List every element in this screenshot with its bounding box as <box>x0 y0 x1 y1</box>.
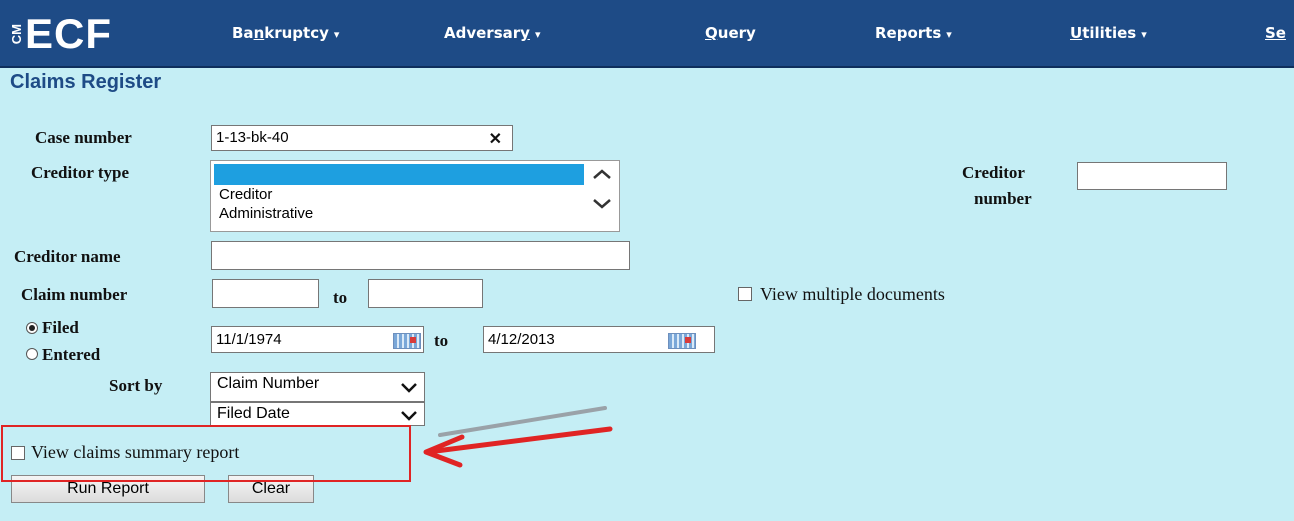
chevron-down-icon <box>401 383 417 393</box>
creditor-number-input[interactable] <box>1077 162 1227 190</box>
creditor-number-label-line2: number <box>974 189 1032 208</box>
menu-reports-label: Reports <box>875 24 942 42</box>
menu-adversary-label-a: Adversar <box>444 24 521 42</box>
case-number-value: 1-13-bk-40 <box>216 129 289 146</box>
sort-secondary-select[interactable]: Filed Date <box>210 402 425 426</box>
claim-to-label: to <box>333 288 348 307</box>
sort-by-label: Sort by <box>109 376 163 395</box>
sort-primary-select[interactable]: Claim Number <box>210 372 425 402</box>
menu-bankruptcy-label-b: kruptcy <box>264 24 329 42</box>
menu-utilities-label: tilities <box>1082 24 1137 42</box>
logo-small-text: CM <box>9 23 24 45</box>
annotation-arrow-icon <box>423 406 613 468</box>
menu-utilities[interactable]: Utilities ▾ <box>1070 24 1147 44</box>
menu-search-label: Se <box>1265 24 1286 42</box>
cmecf-logo[interactable]: CM ECF <box>9 10 112 57</box>
menu-search-truncated[interactable]: Se <box>1265 24 1286 42</box>
dropdown-caret-icon: ▾ <box>946 28 952 41</box>
date-from-value: 11/1/1974 <box>216 331 282 348</box>
date-to-label: to <box>434 331 449 350</box>
date-from-input[interactable]: 11/1/1974 <box>211 326 424 353</box>
annotation-highlight-box <box>1 425 411 482</box>
scroll-down-icon[interactable] <box>591 197 613 211</box>
creditor-type-label: Creditor type <box>31 163 130 182</box>
calendar-icon[interactable] <box>393 333 421 349</box>
creditor-number-label-line1: Creditor <box>962 163 1025 182</box>
menu-utilities-accesskey: U <box>1070 24 1083 42</box>
menu-bankruptcy[interactable]: Bankruptcy ▾ <box>232 24 339 44</box>
menu-query-label: uery <box>717 24 756 42</box>
sort-primary-value: Claim Number <box>217 375 320 392</box>
creditor-type-option-blank[interactable] <box>214 164 584 185</box>
menu-bankruptcy-accesskey: n <box>253 24 265 42</box>
calendar-icon[interactable] <box>668 333 696 349</box>
creditor-type-option-administrative[interactable]: Administrative <box>211 204 619 223</box>
creditor-name-input[interactable] <box>211 241 630 270</box>
view-multiple-documents-checkbox[interactable] <box>738 287 752 301</box>
clear-input-icon[interactable]: ✕ <box>489 129 502 149</box>
menu-adversary[interactable]: Adversary ▾ <box>444 24 540 44</box>
top-nav-bar: CM ECF Bankruptcy ▾ Adversary ▾ Query Repo… <box>0 0 1294 68</box>
menu-query[interactable]: Query <box>705 24 756 42</box>
scroll-up-icon[interactable] <box>591 167 613 181</box>
date-to-input[interactable]: 4/12/2013 <box>483 326 715 353</box>
filed-radio[interactable] <box>26 322 38 334</box>
creditor-name-label: Creditor name <box>14 247 121 266</box>
creditor-type-option-creditor[interactable]: Creditor <box>211 185 619 204</box>
menu-adversary-accesskey: y <box>520 24 530 42</box>
menu-query-accesskey: Q <box>705 24 718 42</box>
view-multiple-documents-label: View multiple documents <box>760 284 945 304</box>
creditor-type-listbox[interactable]: Creditor Administrative <box>210 160 620 232</box>
claim-number-label: Claim number <box>21 285 128 304</box>
sort-secondary-value: Filed Date <box>217 405 290 422</box>
claim-number-from-input[interactable] <box>212 279 319 308</box>
page-title: Claims Register <box>10 71 162 93</box>
filed-label: Filed <box>42 318 79 337</box>
dropdown-caret-icon: ▾ <box>534 28 541 41</box>
entered-label: Entered <box>42 345 101 364</box>
menu-bankruptcy-label-a: Ba <box>232 24 254 42</box>
logo-big-text: ECF <box>25 10 112 57</box>
dropdown-caret-icon: ▾ <box>333 28 340 41</box>
claim-number-to-input[interactable] <box>368 279 483 308</box>
date-to-value: 4/12/2013 <box>488 331 555 348</box>
menu-reports[interactable]: Reports ▾ <box>875 24 952 44</box>
entered-radio[interactable] <box>26 348 38 360</box>
dropdown-caret-icon: ▾ <box>1141 28 1147 41</box>
case-number-label: Case number <box>35 128 132 147</box>
case-number-input[interactable]: 1-13-bk-40 ✕ <box>211 125 513 151</box>
